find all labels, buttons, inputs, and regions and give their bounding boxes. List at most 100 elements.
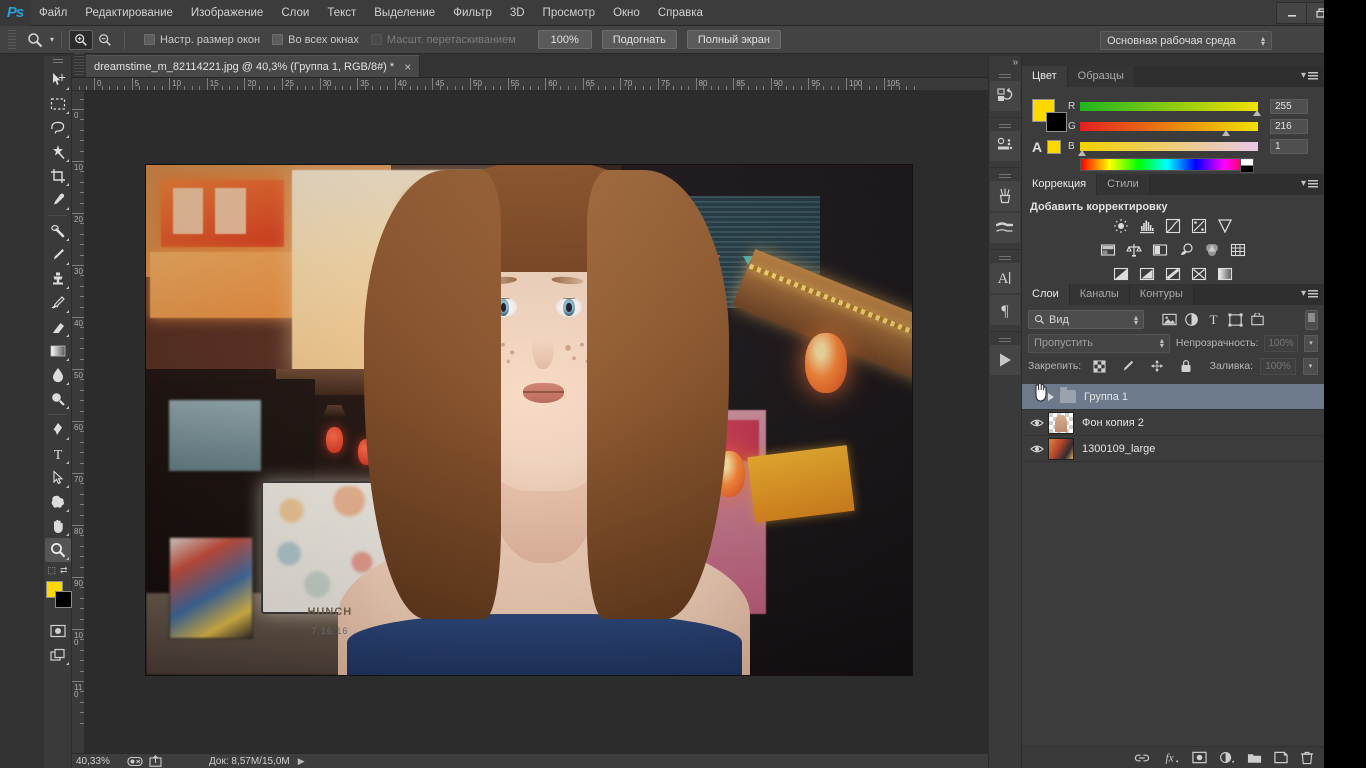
tab-channels[interactable]: Каналы — [1069, 284, 1130, 305]
layer-thumbnail[interactable] — [1048, 437, 1074, 460]
timeline-panel-icon[interactable] — [990, 345, 1020, 375]
layers-list[interactable]: Группа 1 Фон копия 2 1300109_large — [1022, 384, 1324, 752]
color-slider-g-thumb[interactable] — [1222, 130, 1231, 136]
color-slider-g[interactable]: G 216 — [1068, 119, 1308, 136]
channel-mixer-icon[interactable] — [1203, 241, 1221, 259]
lasso-tool[interactable] — [45, 116, 71, 140]
color-slider-g-track[interactable] — [1080, 122, 1258, 136]
color-slider-r-track[interactable] — [1080, 102, 1261, 116]
new-adjustment-layer-button[interactable] — [1219, 751, 1235, 764]
fill-dropdown-caret[interactable]: ▾ — [1303, 357, 1318, 375]
brush-presets-panel-icon[interactable] — [990, 213, 1020, 243]
crop-tool[interactable] — [45, 164, 71, 188]
new-layer-button[interactable] — [1274, 751, 1288, 764]
tab-layers[interactable]: Слои — [1022, 284, 1070, 305]
menu-window[interactable]: Окно — [604, 0, 649, 26]
menu-help[interactable]: Справка — [649, 0, 712, 26]
spot-healing-brush-tool[interactable] — [45, 219, 71, 243]
vertical-ruler[interactable]: 100102030405060708090100110 — [72, 91, 85, 753]
checkbox-resize-windows[interactable]: Настр. размер окон — [144, 34, 260, 46]
menu-filter[interactable]: Фильтр — [444, 0, 501, 26]
fill-value[interactable]: 100% — [1260, 357, 1296, 375]
gradient-tool[interactable] — [45, 339, 71, 363]
color-slider-r-thumb[interactable] — [1252, 110, 1261, 116]
eraser-tool[interactable] — [45, 315, 71, 339]
horizontal-ruler[interactable]: 5051015202530354045505560657075808590951… — [72, 78, 988, 91]
black-white-icon[interactable] — [1151, 241, 1169, 259]
hand-tool[interactable] — [45, 514, 71, 538]
menu-image[interactable]: Изображение — [182, 0, 272, 26]
filter-adjustment-icon[interactable] — [1180, 310, 1202, 330]
tool-preset-caret[interactable]: ▾ — [50, 35, 54, 44]
layer-visibility-toggle[interactable] — [1026, 444, 1048, 454]
zoom-in-button[interactable] — [69, 29, 94, 50]
lock-image-pixels-icon[interactable] — [1117, 356, 1139, 376]
dock-grip-3[interactable] — [989, 171, 1021, 181]
color-slider-b-thumb[interactable] — [1078, 150, 1087, 156]
share-icon[interactable] — [149, 755, 162, 767]
layer-name[interactable]: 1300109_large — [1082, 443, 1155, 455]
options-bar-grip[interactable] — [8, 29, 16, 50]
character-panel-icon[interactable]: A — [990, 263, 1020, 293]
color-value-g[interactable]: 216 — [1270, 119, 1308, 134]
layer-name[interactable]: Фон копия 2 — [1082, 417, 1144, 429]
lock-transparent-pixels-icon[interactable] — [1088, 356, 1110, 376]
dock-grip-5[interactable] — [989, 335, 1021, 345]
filter-smart-object-icon[interactable] — [1246, 310, 1268, 330]
lock-all-icon[interactable] — [1175, 356, 1197, 376]
custom-shape-tool[interactable] — [45, 490, 71, 514]
invert-icon[interactable] — [1112, 265, 1130, 283]
layer-visibility-toggle[interactable] — [1026, 418, 1048, 428]
document-image[interactable]: HUNCH 7.16.16 — [146, 165, 912, 675]
clone-stamp-tool[interactable] — [45, 267, 71, 291]
levels-icon[interactable] — [1138, 217, 1156, 235]
tab-styles[interactable]: Стили — [1097, 174, 1150, 195]
blend-mode-select[interactable]: Пропустить ▴ ▾ — [1028, 333, 1170, 353]
history-panel-icon[interactable] — [990, 81, 1020, 111]
table-row[interactable]: 1300109_large — [1022, 436, 1324, 462]
color-value-b[interactable]: 1 — [1270, 139, 1308, 154]
table-row[interactable]: Фон копия 2 — [1022, 410, 1324, 436]
color-value-r[interactable]: 255 — [1270, 99, 1308, 114]
layer-filter-toggle[interactable] — [1305, 309, 1318, 330]
tab-color[interactable]: Цвет — [1022, 66, 1068, 87]
screen-mode-button[interactable] — [45, 643, 71, 667]
dock-grip-4[interactable] — [989, 253, 1021, 263]
layer-thumbnail[interactable] — [1048, 411, 1074, 434]
triangle-right-icon[interactable] — [1048, 392, 1054, 401]
add-layer-mask-button[interactable] — [1192, 751, 1207, 764]
hue-saturation-icon[interactable] — [1099, 241, 1117, 259]
vibrance-icon[interactable] — [1216, 217, 1234, 235]
status-bar-menu-arrow[interactable]: ▶ — [298, 756, 305, 767]
filter-type-icon[interactable]: T — [1202, 310, 1224, 330]
filter-pixel-icon[interactable] — [1158, 310, 1180, 330]
color-slider-b[interactable]: B 1 — [1068, 139, 1308, 156]
selective-color-icon[interactable] — [1190, 265, 1208, 283]
expand-panels-icon[interactable]: » — [1012, 57, 1018, 68]
threshold-icon[interactable] — [1164, 265, 1182, 283]
checkbox-all-windows-box[interactable] — [272, 34, 284, 45]
photo-filter-icon[interactable] — [1177, 241, 1195, 259]
tab-adjustments[interactable]: Коррекция — [1022, 174, 1098, 195]
menu-select[interactable]: Выделение — [365, 0, 444, 26]
horizontal-type-tool[interactable]: T — [45, 442, 71, 466]
tools-panel-grip[interactable] — [44, 56, 71, 68]
pen-tool[interactable] — [45, 418, 71, 442]
delete-layer-button[interactable] — [1300, 751, 1314, 765]
history-brush-tool[interactable] — [45, 291, 71, 315]
layer-filter-kind-select[interactable]: Вид ▴ ▾ — [1028, 310, 1144, 329]
fit-screen-button[interactable]: Подогнать — [601, 30, 677, 49]
color-spectrum-bar[interactable] — [1080, 158, 1254, 173]
dock-grip-2[interactable] — [989, 121, 1021, 131]
layer-name[interactable]: Группа 1 — [1084, 391, 1128, 403]
menu-type[interactable]: Текст — [318, 0, 365, 26]
adjustments-panel-menu-icon[interactable]: ▾ — [1301, 178, 1318, 189]
paragraph-panel-icon[interactable]: ¶ — [990, 295, 1020, 325]
color-balance-icon[interactable] — [1125, 241, 1143, 259]
color-lookup-icon[interactable] — [1229, 241, 1247, 259]
eyedropper-tool[interactable] — [45, 188, 71, 212]
exposure-icon[interactable] — [1190, 217, 1208, 235]
menu-view[interactable]: Просмотр — [534, 0, 605, 26]
properties-panel-icon[interactable] — [990, 131, 1020, 161]
zoom-tool-icon[interactable] — [22, 29, 48, 51]
